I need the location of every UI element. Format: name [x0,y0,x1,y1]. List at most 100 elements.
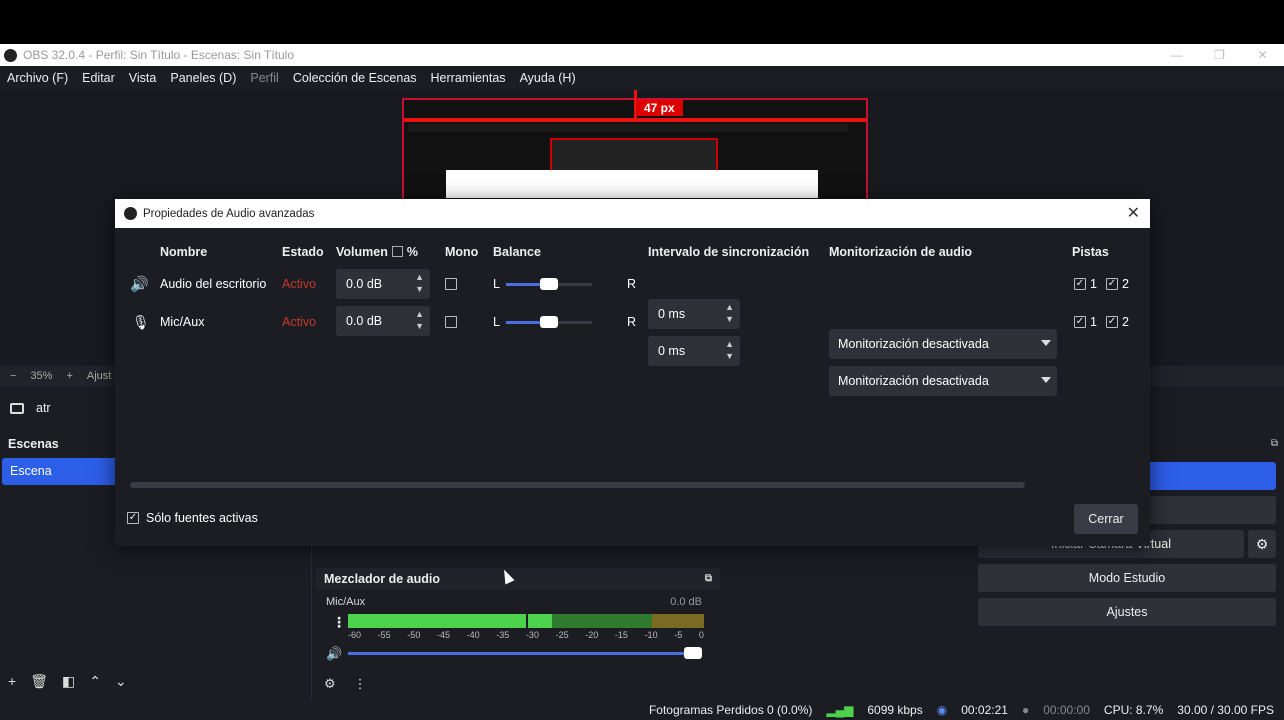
track-1-checkbox[interactable]: ✓ [1074,278,1086,290]
balance-slider-handle[interactable] [540,316,558,328]
menu-herramientas[interactable]: Herramientas [431,71,506,85]
track-2: ✓ 2 [1106,309,1129,335]
trash-icon[interactable]: 🗑 [30,673,48,690]
balance-right-label: R [627,277,637,291]
dropped-frames: Fotogramas Perdidos 0 (0.0%) [648,703,813,717]
settings-button[interactable]: Ajustes [978,598,1276,626]
virtual-camera-settings-gear-icon[interactable]: ⚙ [1248,530,1276,558]
window-controls: — ❐ ✕ [1155,44,1284,66]
zoom-level: 35% [30,370,53,382]
menu-ayuda[interactable]: Ayuda (H) [520,71,576,85]
status-badge: Activo [282,277,317,291]
close-button[interactable]: Cerrar [1074,504,1138,534]
spin-arrows-icon[interactable]: ▲ ▼ [725,338,734,362]
volume-slider[interactable] [348,652,700,655]
header-monitoring: Monitorización de audio [829,245,973,259]
spin-arrows-icon[interactable]: ▲ ▼ [415,308,424,332]
header-mono: Mono [445,245,479,259]
horizontal-scrollbar[interactable] [130,482,1025,488]
preview-source-image[interactable]: 47 px [402,90,868,208]
gear-icon[interactable]: ⚙ [324,676,336,692]
zoom-out-button[interactable]: − [10,370,16,382]
table-row: 🔊 Audio del escritorio Activo 0.0 dB ▲ ▼ … [128,269,1138,359]
filter-icon[interactable]: ◧ [62,673,75,690]
bitrate: 6099 kbps [867,703,923,717]
track-2-checkbox[interactable]: ✓ [1106,278,1118,290]
track-1: ✓ 1 [1074,271,1097,297]
mono-checkbox-wrap [445,309,457,335]
scale-tick: -30 [525,630,539,640]
balance-slider[interactable] [506,316,592,328]
volume-slider-handle[interactable] [684,647,702,659]
track-2-label: 2 [1122,277,1129,291]
balance-right-label: R [627,315,637,329]
balance-left-label: L [493,315,500,329]
mixer-header: Mezclador de audio ⧉ [316,568,720,590]
zoom-fit-button[interactable]: Ajust [87,370,111,382]
undock-icon[interactable]: ⧉ [705,568,712,590]
only-active-label: Sólo fuentes activas [146,511,258,525]
chevron-down-icon [1041,377,1051,383]
kebab-menu-icon[interactable]: ⋮ [354,676,367,692]
kebab-menu-icon[interactable]: ⋮ [332,614,346,631]
volume-value: 0.0 dB [346,277,383,291]
spin-arrows-icon[interactable]: ▲ ▼ [415,271,424,295]
scale-tick: -40 [466,630,480,640]
menu-coleccion-escenas[interactable]: Colección de Escenas [293,71,417,85]
scale-tick: -50 [407,630,421,640]
move-up-icon[interactable]: ⌃ [89,673,101,690]
maximize-button[interactable]: ❐ [1198,44,1241,66]
header-sync-offset: Intervalo de sincronización [648,245,810,259]
mono-checkbox[interactable] [445,278,457,290]
balance-left-label: L [493,277,500,291]
volume-value: 0.0 dB [346,314,383,328]
monitoring-select[interactable]: Monitorización desactivada [829,366,1057,396]
scale-tick: -10 [644,630,658,640]
undock-icon[interactable]: ⧉ [1271,438,1278,449]
sync-offset-value: 0 ms [658,344,686,358]
table-row: 🎙 Mic/Aux Activo 0.0 dB ▲ ▼ L R 0 ms ▲ ▼ M… [128,306,1138,396]
meter-green [348,614,526,628]
obs-logo-icon [4,48,17,62]
scale-tick: -20 [585,630,599,640]
audio-properties-table: Nombre Estado Volumen% Mono Balance Inte… [128,239,1138,495]
balance-slider-handle[interactable] [540,278,558,290]
balance-slider[interactable] [506,278,592,290]
menu-paneles[interactable]: Paneles (D) [170,71,236,85]
speaker-icon[interactable]: 🔊 [326,646,342,662]
record-time: 00:00:00 [1043,703,1090,717]
scenes-toolbar: + 🗑 ◧ ⌃ ⌄ [8,673,127,690]
percent-toggle-checkbox[interactable] [391,246,403,257]
preview-nested-window [550,138,718,174]
header-tracks: Pistas [1072,245,1109,259]
dialog-titlebar: Propiedades de Audio avanzadas ✕ [115,199,1150,228]
menu-archivo[interactable]: Archivo (F) [7,71,68,85]
track-1-checkbox[interactable]: ✓ [1074,316,1086,328]
mono-checkbox[interactable] [445,316,457,328]
window-titlebar: OBS 32.0.4 - Perfil: Sin Título - Escena… [0,44,1284,66]
only-active-sources[interactable]: ✓ Sólo fuentes activas [127,511,258,525]
volume-spinbox[interactable]: 0.0 dB ▲ ▼ [336,306,430,336]
mixer-title: Mezclador de audio [324,572,440,586]
close-icon[interactable]: ✕ [1127,203,1140,223]
menu-editar[interactable]: Editar [82,71,115,85]
zoom-in-button[interactable]: + [66,370,72,382]
menu-perfil[interactable]: Perfil [250,71,278,85]
scale-tick: -60 [348,630,362,640]
only-active-checkbox[interactable]: ✓ [127,512,139,524]
add-scene-icon[interactable]: + [8,673,16,690]
track-2-checkbox[interactable]: ✓ [1106,316,1118,328]
fps: 30.00 / 30.00 FPS [1177,703,1274,717]
signal-bars-icon: ▂▄▆ [826,703,854,717]
status-bar: Fotogramas Perdidos 0 (0.0%) ▂▄▆ 6099 kb… [0,700,1284,720]
studio-mode-button[interactable]: Modo Estudio [978,564,1276,592]
speaker-icon: 🔊 [130,276,149,293]
close-window-button[interactable]: ✕ [1241,44,1284,66]
minimize-button[interactable]: — [1155,44,1198,66]
header-volume-label: Volumen [336,245,388,259]
sync-offset-spinbox[interactable]: 0 ms ▲ ▼ [648,336,740,366]
volume-spinbox[interactable]: 0.0 dB ▲ ▼ [336,269,430,299]
menu-vista[interactable]: Vista [129,71,157,85]
move-down-icon[interactable]: ⌄ [115,673,127,690]
source-name: Audio del escritorio [160,277,267,291]
